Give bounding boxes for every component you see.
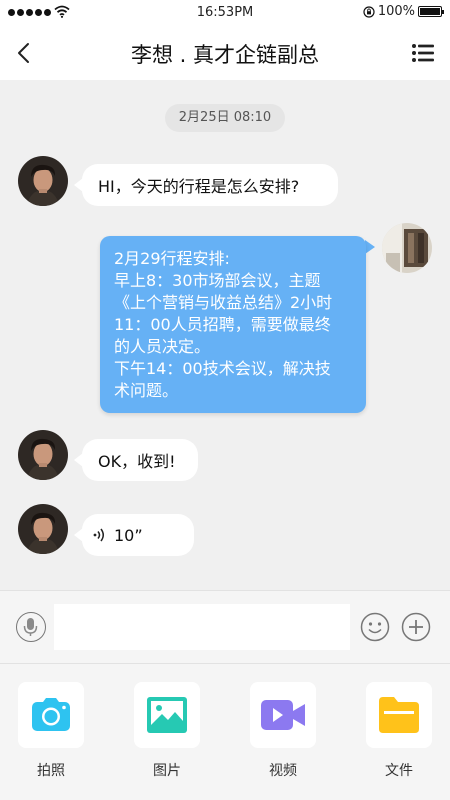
file-tile[interactable]	[366, 682, 432, 748]
message-line: 早上8：30市场部会议，主题	[114, 271, 321, 290]
smiley-icon	[360, 612, 390, 642]
my-avatar[interactable]	[382, 223, 432, 273]
camera-tile[interactable]	[18, 682, 84, 748]
message-text: HI，今天的行程是怎么安排?	[98, 177, 300, 196]
tool-image[interactable]: 图片	[134, 682, 200, 780]
message-bubble-incoming[interactable]: OK，收到!	[82, 439, 198, 481]
message-line: 术问题。	[114, 381, 179, 400]
folder-icon	[379, 697, 419, 733]
tool-file[interactable]: 文件	[366, 682, 432, 780]
chat-area[interactable]: 2月25日 08:10 HI，今天的行程是怎么安排? 2月29行程安排: 早上8…	[0, 80, 450, 590]
message-bubble-incoming[interactable]: HI，今天的行程是怎么安排?	[82, 164, 338, 206]
person-photo-icon	[18, 504, 68, 554]
video-icon	[261, 700, 305, 730]
page-title: 李想 . 真才企链副总	[130, 43, 320, 67]
rotation-lock-icon	[363, 5, 375, 18]
voice-input-button[interactable]	[16, 612, 46, 642]
contact-avatar[interactable]	[18, 504, 68, 554]
video-tile[interactable]	[250, 682, 316, 748]
list-menu-icon	[412, 44, 434, 62]
emoji-button[interactable]	[360, 612, 390, 642]
menu-button[interactable]	[410, 40, 436, 66]
date-divider: 2月25日 08:10	[165, 104, 285, 132]
tool-camera[interactable]: 拍照	[18, 682, 84, 780]
more-options-button[interactable]	[401, 612, 431, 642]
tool-label: 图片	[153, 763, 181, 779]
message-input[interactable]	[54, 604, 350, 650]
plus-icon	[401, 612, 431, 642]
message-line: 下午14：00技术会议，解决技	[114, 359, 331, 378]
person-photo-icon	[18, 156, 68, 206]
camera-icon	[32, 698, 70, 731]
message-bubble-outgoing[interactable]: 2月29行程安排: 早上8：30市场部会议，主题 《上个营销与收益总结》2小时 …	[100, 236, 366, 413]
status-bar: 16:53PM 100%	[0, 0, 450, 26]
contact-avatar[interactable]	[18, 156, 68, 206]
message-line: 的人员决定。	[114, 337, 211, 356]
contact-avatar[interactable]	[18, 430, 68, 480]
battery-percent: 100%	[377, 4, 415, 19]
message-line: 11：00人员招聘，需要做最终	[114, 315, 331, 334]
nav-bar: 李想 . 真才企链副总	[0, 26, 450, 80]
person-photo-icon	[18, 430, 68, 480]
voice-duration: 10”	[114, 525, 143, 545]
input-bar	[0, 590, 450, 664]
image-tile[interactable]	[134, 682, 200, 748]
microphone-icon	[23, 618, 38, 636]
attachment-panel: 拍照 图片 视频 文件	[0, 664, 450, 800]
voice-message-bubble[interactable]: 10”	[82, 514, 194, 556]
tool-label: 视频	[269, 763, 297, 779]
image-icon	[147, 697, 187, 733]
message-text: OK，收到!	[98, 452, 176, 471]
tool-video[interactable]: 视频	[250, 682, 316, 780]
message-line: 2月29行程安排:	[114, 249, 230, 268]
user-photo-icon	[382, 223, 432, 273]
back-button[interactable]	[10, 38, 40, 68]
tool-label: 拍照	[37, 763, 65, 779]
chevron-left-icon	[18, 43, 29, 63]
battery-status: 100%	[363, 4, 444, 19]
message-line: 《上个营销与收益总结》2小时	[114, 293, 333, 312]
battery-icon	[418, 6, 444, 17]
voice-wave-icon	[93, 528, 104, 542]
tool-label: 文件	[385, 763, 413, 779]
